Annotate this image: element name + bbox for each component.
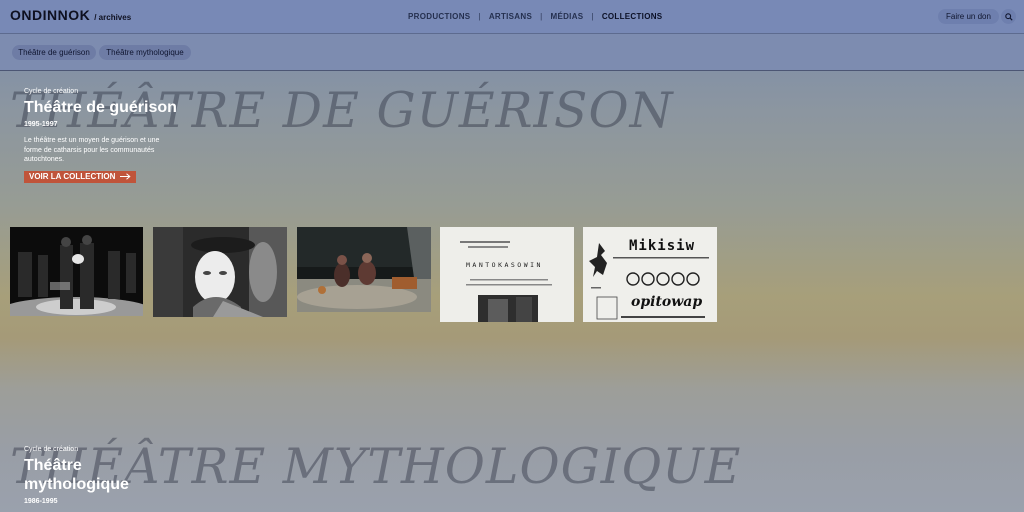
section-eyebrow: Cycle de création <box>24 88 79 95</box>
logo-wordmark: ONDINNOK <box>10 7 91 23</box>
collection-section-guerison: Cycle de création Théâtre de guérison 19… <box>24 88 184 184</box>
filter-chip-theatre-mythologique[interactable]: Théâtre mythologique <box>99 45 191 60</box>
section-title: Théâtre mythologique <box>24 457 129 493</box>
masked-performer-photo <box>153 227 287 317</box>
performance-photo <box>10 227 143 316</box>
filter-chip-theatre-de-guerison[interactable]: Théâtre de guérison <box>12 45 96 60</box>
poster-subtitle: opitowap <box>631 294 703 310</box>
logo-subtitle: / archives <box>94 13 132 22</box>
collection-section-mythologique: Cycle de création Théâtre mythologique 1… <box>24 446 184 505</box>
collection-thumbnail[interactable] <box>297 227 431 312</box>
seated-performers-photo <box>297 227 431 312</box>
section-eyebrow: Cycle de création <box>24 446 79 453</box>
search-icon <box>1004 12 1013 21</box>
nav-productions[interactable]: PRODUCTIONS <box>408 12 470 21</box>
view-collection-button[interactable]: VOIR LA COLLECTION <box>24 170 137 183</box>
nav-separator: | <box>540 12 543 21</box>
nav-separator: | <box>478 12 481 21</box>
top-navigation-bar: ONDINNOK / archives PRODUCTIONS | ARTISA… <box>0 0 1024 34</box>
arrow-right-icon <box>120 173 131 180</box>
section-years: 1986-1995 <box>24 498 58 505</box>
nav-separator: | <box>591 12 594 21</box>
collection-thumbnail[interactable] <box>10 227 143 316</box>
section-years: 1995-1997 <box>24 121 58 128</box>
document-scan <box>440 227 574 322</box>
collection-thumbnail[interactable]: Mikisiw opitowap <box>583 227 717 322</box>
collection-thumbnail[interactable]: MANTOKASOWIN <box>440 227 574 322</box>
section-description: Le théâtre est un moyen de guérison et u… <box>24 137 160 163</box>
nav-collections[interactable]: COLLECTIONS <box>602 12 663 21</box>
collection-thumbnail[interactable] <box>153 227 287 317</box>
collection-filter-bar: Théâtre de guérison Théâtre mythologique <box>0 34 1024 71</box>
nav-medias[interactable]: MÉDIAS <box>551 12 584 21</box>
section-title: Théâtre de guérison <box>24 99 177 116</box>
donate-button[interactable]: Faire un don <box>938 9 999 24</box>
search-button[interactable] <box>1001 9 1016 24</box>
nav-artisans[interactable]: ARTISANS <box>489 12 532 21</box>
view-collection-label: VOIR LA COLLECTION <box>29 172 116 181</box>
site-logo[interactable]: ONDINNOK / archives <box>10 7 131 23</box>
poster-title: Mikisiw <box>629 238 696 254</box>
main-nav: PRODUCTIONS | ARTISANS | MÉDIAS | COLLEC… <box>408 12 662 21</box>
document-title: MANTOKASOWIN <box>466 261 543 269</box>
